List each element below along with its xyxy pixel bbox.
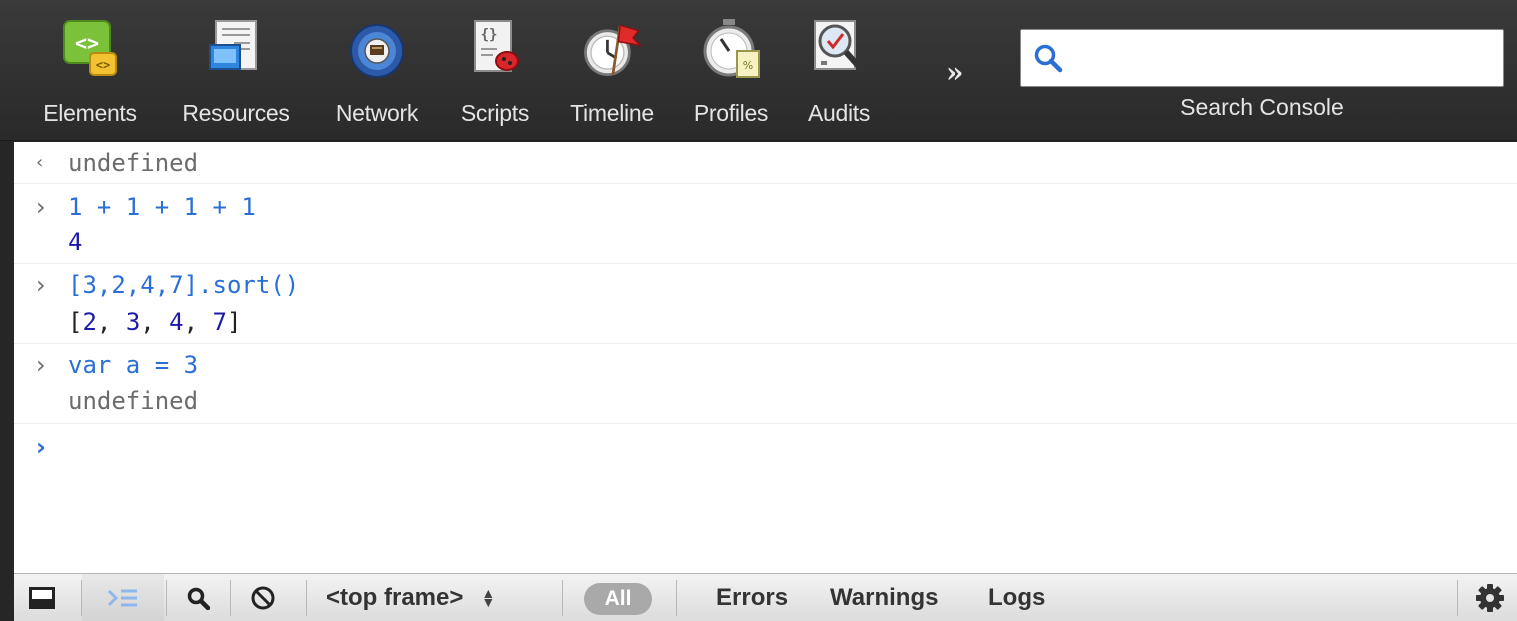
- array-value: 3: [125, 308, 141, 336]
- array-bracket: ]: [226, 308, 242, 336]
- settings-button[interactable]: [1466, 574, 1514, 621]
- array-value: 2: [82, 308, 97, 336]
- divider: [1457, 580, 1458, 616]
- frame-select[interactable]: <top frame> ▲ ▼: [326, 574, 495, 621]
- console-result: 4: [68, 228, 83, 256]
- filter-all-button[interactable]: All: [584, 583, 652, 615]
- select-arrows-icon: ▲ ▼: [481, 585, 496, 610]
- tab-label: Resources: [182, 100, 290, 126]
- tab-label: Audits: [807, 100, 871, 126]
- status-bar: <top frame> ▲ ▼ All Errors Warnings Logs: [14, 573, 1517, 621]
- svg-text:<>: <>: [96, 58, 110, 72]
- prompt-chevron-icon: ›: [36, 433, 46, 461]
- console-command: var a = 3: [68, 351, 199, 379]
- array-value: 4: [169, 308, 184, 336]
- filter-errors-button[interactable]: Errors: [716, 574, 788, 621]
- tab-timeline[interactable]: Timeline: [560, 12, 664, 132]
- search-icon: [187, 587, 210, 610]
- console-result[interactable]: [2, 3, 4, 7]: [68, 307, 241, 337]
- tab-label: Scripts: [460, 100, 530, 126]
- dock-toggle-button[interactable]: [14, 574, 70, 621]
- tab-resources[interactable]: Resources: [170, 12, 302, 132]
- prompt-chevron-icon: ›: [36, 351, 46, 379]
- filter-logs-button[interactable]: Logs: [988, 574, 1045, 621]
- search-button[interactable]: [167, 574, 229, 621]
- tab-label: Profiles: [693, 100, 769, 126]
- frame-select-value: <top frame>: [326, 584, 464, 611]
- tab-scripts[interactable]: {} Scripts: [452, 12, 538, 132]
- tab-label: Elements: [43, 100, 137, 126]
- console-result: undefined: [68, 149, 199, 177]
- divider: [306, 580, 307, 616]
- console-panel[interactable]: ‹ undefined › 1 + 1 + 1 + 1 4 › [3,2,4,7…: [14, 142, 1517, 573]
- divider: [562, 580, 563, 616]
- result-arrow-icon: ‹: [36, 152, 44, 173]
- gear-icon: [1476, 584, 1504, 612]
- tab-network[interactable]: Network: [324, 12, 430, 132]
- array-separator: ,: [183, 308, 213, 336]
- console-icon: [107, 589, 137, 607]
- console-entry: › [3,2,4,7].sort() [2, 3, 4, 7]: [14, 264, 1517, 344]
- more-tabs-button[interactable]: »: [946, 56, 964, 89]
- array-separator: ,: [96, 308, 126, 336]
- tab-label: Timeline: [570, 100, 654, 126]
- array-separator: ,: [140, 308, 170, 336]
- tab-profiles[interactable]: % Profiles: [684, 12, 778, 132]
- svg-text:%: %: [743, 59, 753, 72]
- clear-icon: [251, 586, 275, 610]
- prompt-chevron-icon: ›: [36, 193, 46, 221]
- divider: [676, 580, 677, 616]
- audits-icon: [807, 12, 871, 86]
- tab-elements[interactable]: <> <> Elements: [36, 12, 144, 132]
- console-result: undefined: [68, 387, 199, 415]
- profiles-icon: %: [699, 12, 763, 86]
- console-entry: › var a = 3 undefined: [14, 344, 1517, 424]
- search-field[interactable]: [1020, 29, 1504, 87]
- elements-icon: <> <>: [58, 12, 122, 86]
- search-icon: [1021, 30, 1075, 86]
- scripts-icon: {}: [463, 12, 527, 86]
- array-bracket: [: [68, 308, 83, 336]
- clear-console-button[interactable]: [231, 574, 295, 621]
- timeline-icon: [580, 12, 644, 86]
- console-entry: ‹ undefined: [14, 142, 1517, 184]
- network-icon: [345, 12, 409, 86]
- filter-warnings-button[interactable]: Warnings: [830, 574, 938, 621]
- console-entry: › 1 + 1 + 1 + 1 4: [14, 184, 1517, 264]
- search-console-input[interactable]: [1075, 33, 1503, 83]
- prompt-chevron-icon: ›: [36, 271, 46, 299]
- resources-icon: [204, 12, 268, 86]
- svg-text:<>: <>: [75, 31, 99, 55]
- show-console-button[interactable]: [82, 574, 164, 621]
- console-prompt-line[interactable]: ›: [14, 424, 1517, 472]
- array-value: 7: [212, 308, 227, 336]
- dock-icon: [29, 587, 55, 609]
- search-caption: Search Console: [1180, 94, 1344, 120]
- tab-label: Network: [335, 100, 419, 126]
- main-toolbar: <> <> Elements Resources Network {} Scri…: [0, 0, 1517, 141]
- console-command: 1 + 1 + 1 + 1: [68, 193, 256, 221]
- svg-text:{}: {}: [481, 27, 498, 43]
- console-command: [3,2,4,7].sort(): [68, 271, 300, 299]
- tab-audits[interactable]: Audits: [798, 12, 880, 132]
